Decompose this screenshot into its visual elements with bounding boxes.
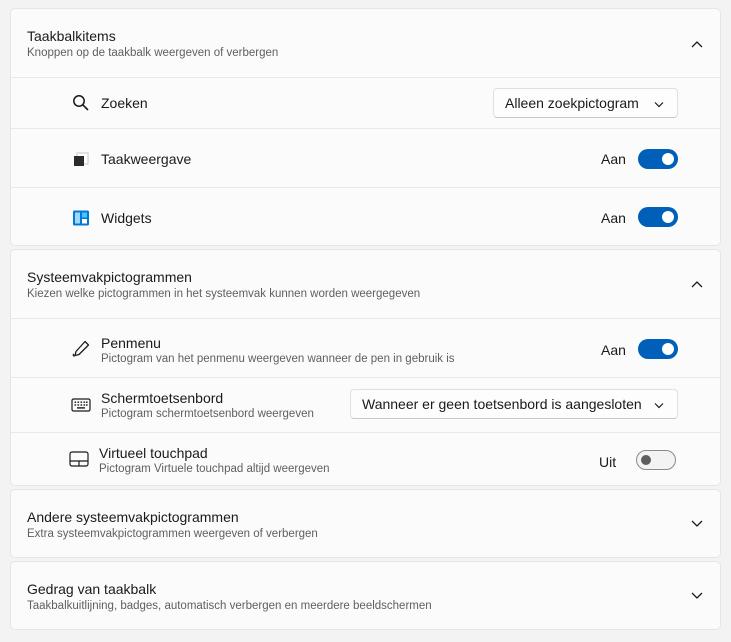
system-tray-icons-header[interactable]: Systeemvakpictogrammen Kiezen welke pict… [11,250,720,318]
taskbar-items-card: Taakbalkitems Knoppen op de taakbalk wee… [10,8,721,246]
widgets-label: Widgets [101,210,152,226]
touchpad-icon [69,449,89,469]
task-view-state: Aan [601,151,626,167]
section-subtitle: Knoppen op de taakbalk weergeven of verb… [27,47,279,59]
touch-keyboard-label: Schermtoetsenbord [101,390,224,406]
touch-keyboard-dropdown[interactable]: Wanneer er geen toetsenbord is aangeslot… [350,389,678,419]
search-label: Zoeken [101,95,148,111]
task-view-icon [71,149,91,169]
section-title: Gedrag van taakbalk [27,581,157,597]
chevron-up-icon[interactable] [690,37,704,51]
widgets-state: Aan [601,210,626,226]
section-title: Systeemvakpictogrammen [27,269,192,285]
other-tray-icons-card[interactable]: Andere systeemvakpictogrammen Extra syst… [10,489,721,558]
widgets-setting-row: Widgets Aan [11,187,720,246]
chevron-down-icon [653,398,665,410]
pen-icon [71,339,91,359]
search-icon [71,93,91,113]
virtual-touchpad-toggle[interactable] [636,450,676,470]
touch-keyboard-dropdown-value: Wanneer er geen toetsenbord is aangeslot… [362,396,642,412]
search-setting-row: Zoeken Alleen zoekpictogram [11,77,720,129]
chevron-down-icon[interactable] [690,517,704,531]
touch-keyboard-description: Pictogram schermtoetsenbord weergeven [101,408,314,420]
virtual-touchpad-state: Uit [599,454,617,470]
task-view-setting-row: Taakweergave Aan [11,128,720,188]
search-dropdown-value: Alleen zoekpictogram [505,95,639,111]
pen-menu-label: Penmenu [101,335,161,351]
toggle-knob [662,211,674,223]
section-subtitle: Kiezen welke pictogrammen in het systeem… [27,288,421,300]
search-dropdown[interactable]: Alleen zoekpictogram [493,88,678,118]
toggle-knob [641,455,651,465]
pen-menu-state: Aan [601,342,626,358]
virtual-touchpad-description: Pictogram Virtuele touchpad altijd weerg… [99,463,330,475]
pen-menu-description: Pictogram van het penmenu weergeven wann… [101,353,455,365]
task-view-toggle[interactable] [638,149,678,169]
chevron-up-icon[interactable] [690,277,704,291]
pen-menu-toggle[interactable] [638,339,678,359]
widgets-toggle[interactable] [638,207,678,227]
virtual-touchpad-label: Virtueel touchpad [99,445,208,461]
pen-menu-setting-row: Penmenu Pictogram van het penmenu weerge… [11,318,720,378]
touch-keyboard-setting-row: Schermtoetsenbord Pictogram schermtoetse… [11,377,720,433]
task-view-label: Taakweergave [101,151,192,167]
chevron-down-icon[interactable] [690,589,704,603]
keyboard-icon [71,395,91,415]
system-tray-icons-card: Systeemvakpictogrammen Kiezen welke pict… [10,249,721,486]
taskbar-behaviors-card[interactable]: Gedrag van taakbalk Taakbalkuitlijning, … [10,561,721,630]
chevron-down-icon [653,97,665,109]
toggle-knob [662,343,674,355]
virtual-touchpad-setting-row: Virtueel touchpad Pictogram Virtuele tou… [11,432,720,486]
section-subtitle: Taakbalkuitlijning, badges, automatisch … [27,600,432,612]
section-title: Taakbalkitems [27,28,116,44]
section-subtitle: Extra systeemvakpictogrammen weergeven o… [27,528,318,540]
section-title: Andere systeemvakpictogrammen [27,509,239,525]
taskbar-items-header[interactable]: Taakbalkitems Knoppen op de taakbalk wee… [11,9,720,77]
widgets-icon [71,208,91,228]
toggle-knob [662,153,674,165]
